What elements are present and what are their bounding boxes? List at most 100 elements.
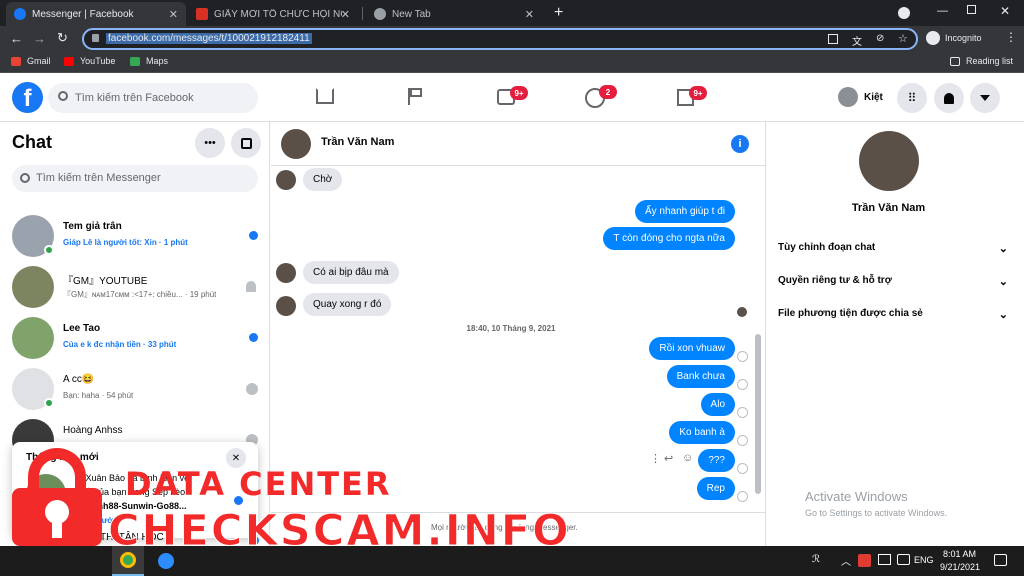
- conversation-preview: Giáp Lê là người tốt: Xin · 1 phút: [63, 238, 188, 247]
- star-icon[interactable]: ☆: [898, 32, 908, 45]
- back-icon[interactable]: ←: [10, 31, 23, 46]
- bookmarks-bar: Gmail YouTube Maps Reading list: [0, 53, 1024, 73]
- tab-messenger[interactable]: Messenger | Facebook ✕: [6, 2, 186, 26]
- close-window-icon[interactable]: ✕: [1000, 4, 1010, 18]
- reply-icon[interactable]: ↩: [664, 452, 673, 465]
- details-name: Trần Văn Nam: [851, 202, 926, 214]
- vivaldi-tray-icon[interactable]: [858, 554, 871, 567]
- sent-check-icon: [737, 435, 748, 446]
- network-icon[interactable]: [878, 554, 891, 565]
- language-indicator[interactable]: ENG: [914, 555, 934, 565]
- people-icon[interactable]: ℛ: [812, 554, 820, 565]
- react-icon[interactable]: ☺: [682, 452, 693, 464]
- contact-name[interactable]: Trần Văn Nam: [321, 136, 394, 148]
- clock-time[interactable]: 8:01 AM: [943, 549, 976, 559]
- conversation-item[interactable]: 『GM』YOUTUBE 『GM』ɴᴀᴍ17ᴄᴍᴍ :<17+: chiều...…: [6, 262, 264, 312]
- message-outgoing[interactable]: Alo: [700, 393, 735, 416]
- qr-code-icon[interactable]: [828, 34, 838, 44]
- messenger-search[interactable]: Tìm kiếm trên Messenger: [12, 165, 258, 192]
- translate-icon[interactable]: 文: [852, 33, 862, 48]
- clock-date[interactable]: 9/21/2021: [940, 562, 980, 572]
- online-indicator: [44, 398, 54, 408]
- message-outgoing[interactable]: Rồi xon vhuaw: [649, 337, 735, 360]
- message-incoming[interactable]: Quay xong r đó: [303, 293, 392, 316]
- display-icon[interactable]: [897, 554, 910, 565]
- forward-icon[interactable]: →: [33, 31, 46, 46]
- message-outgoing[interactable]: Rep: [696, 477, 735, 500]
- new-tab-icon[interactable]: +: [554, 4, 563, 22]
- tab-invitation[interactable]: GIẤY MỜI TỔ CHỨC HỘI NGHỊ T... ✕: [188, 2, 358, 26]
- eye-off-icon[interactable]: ⊘: [876, 33, 884, 44]
- bookmark-gmail[interactable]: Gmail: [11, 56, 51, 66]
- seen-avatar: [246, 383, 258, 395]
- url-text[interactable]: facebook.com/messages/t/100021912182411: [106, 33, 312, 44]
- restore-icon[interactable]: [967, 5, 976, 14]
- groups-nav-icon[interactable]: 2: [585, 85, 617, 108]
- taskbar-chrome-icon[interactable]: [112, 546, 144, 576]
- tab-title: GIẤY MỜI TỔ CHỨC HỘI NGHỊ T...: [214, 8, 342, 20]
- bookmark-maps[interactable]: Maps: [130, 56, 168, 66]
- conversation-item[interactable]: Tem giả trân Giáp Lê là người tốt: Xin ·…: [6, 211, 264, 261]
- details-avatar[interactable]: [859, 131, 919, 191]
- caret-down-icon: [980, 95, 990, 101]
- new-message-button[interactable]: [231, 128, 261, 158]
- account-button[interactable]: [970, 83, 1000, 113]
- info-icon[interactable]: i: [731, 135, 749, 153]
- shared-media-item[interactable]: File phương tiện được chia sẻ ⌄: [778, 308, 1008, 328]
- search-icon: [20, 173, 30, 183]
- activate-windows-title: Activate Windows: [805, 489, 908, 504]
- sent-check-icon: [737, 379, 748, 390]
- tab-new-tab[interactable]: New Tab ✕: [366, 2, 542, 26]
- gaming-nav-icon[interactable]: 9+: [677, 86, 707, 106]
- reload-icon[interactable]: ↻: [57, 30, 68, 46]
- conversation-item[interactable]: A cc😆 Bạn: haha · 54 phút: [6, 364, 264, 414]
- message-incoming[interactable]: Có ai bịp đâu mà: [303, 261, 399, 284]
- close-tab-icon[interactable]: ✕: [341, 8, 350, 21]
- message-outgoing[interactable]: Bank chưa: [666, 365, 735, 388]
- privacy-support-item[interactable]: Quyền riêng tư & hỗ trợ ⌄: [778, 275, 1008, 295]
- bookmark-youtube[interactable]: YouTube: [64, 56, 115, 66]
- message-outgoing[interactable]: Ấy nhanh giúp t đi: [634, 200, 735, 223]
- customize-chat-item[interactable]: Tùy chỉnh đoạn chat ⌄: [778, 242, 1008, 262]
- details-item-label: File phương tiện được chia sẻ: [778, 308, 923, 319]
- home-nav-icon[interactable]: [316, 88, 334, 104]
- bookmark-label: Gmail: [27, 56, 51, 66]
- message-incoming[interactable]: Chờ: [303, 168, 343, 191]
- menu-grid-button[interactable]: ⠿: [897, 83, 927, 113]
- sender-avatar: [276, 170, 296, 190]
- close-tab-icon[interactable]: ✕: [169, 8, 178, 21]
- youtube-icon: [64, 56, 74, 66]
- bookmark-label: YouTube: [80, 56, 116, 66]
- notifications-button[interactable]: [934, 83, 964, 113]
- groups-badge: 2: [599, 85, 617, 99]
- message-outgoing[interactable]: Ko banh à: [669, 421, 735, 444]
- incognito-icon: [926, 31, 940, 45]
- more-icon: •••: [204, 137, 216, 149]
- chat-options-button[interactable]: •••: [195, 128, 225, 158]
- close-tab-icon[interactable]: ✕: [525, 8, 534, 21]
- details-item-label: Quyền riêng tư & hỗ trợ: [778, 275, 892, 286]
- tray-chevron-icon[interactable]: ︿: [841, 553, 851, 568]
- tab-search-icon[interactable]: [898, 7, 910, 19]
- conversation-preview: Của e k đc nhận tiền · 33 phút: [63, 340, 177, 349]
- messenger-search-placeholder: Tìm kiếm trên Messenger: [36, 172, 161, 184]
- watermark-lock-icon: [12, 448, 102, 546]
- pages-nav-icon[interactable]: [408, 88, 424, 105]
- message-outgoing[interactable]: T còn đóng cho ngta nữa: [603, 227, 735, 250]
- chat-scrollbar[interactable]: [755, 334, 761, 494]
- message-outgoing[interactable]: ???: [698, 449, 735, 472]
- watch-nav-icon[interactable]: 9+: [497, 86, 528, 105]
- conversation-item[interactable]: Lee Tao Của e k đc nhận tiền · 33 phút: [6, 313, 264, 363]
- action-center-icon[interactable]: [994, 554, 1007, 566]
- contact-avatar[interactable]: [281, 129, 311, 159]
- minimize-icon[interactable]: —: [937, 5, 948, 17]
- address-bar[interactable]: facebook.com/messages/t/100021912182411 …: [82, 28, 918, 50]
- facebook-search[interactable]: Tìm kiếm trên Facebook: [48, 83, 258, 113]
- incognito-indicator[interactable]: Incognito: [926, 31, 982, 45]
- menu-icon[interactable]: ⋮: [1005, 30, 1017, 44]
- facebook-logo-icon[interactable]: f: [12, 82, 43, 113]
- reading-list[interactable]: Reading list: [950, 56, 1013, 66]
- profile-button[interactable]: Kiệt: [838, 87, 883, 107]
- taskbar-zoom-icon[interactable]: [150, 546, 182, 576]
- message-more-icon[interactable]: ⋮: [650, 452, 661, 465]
